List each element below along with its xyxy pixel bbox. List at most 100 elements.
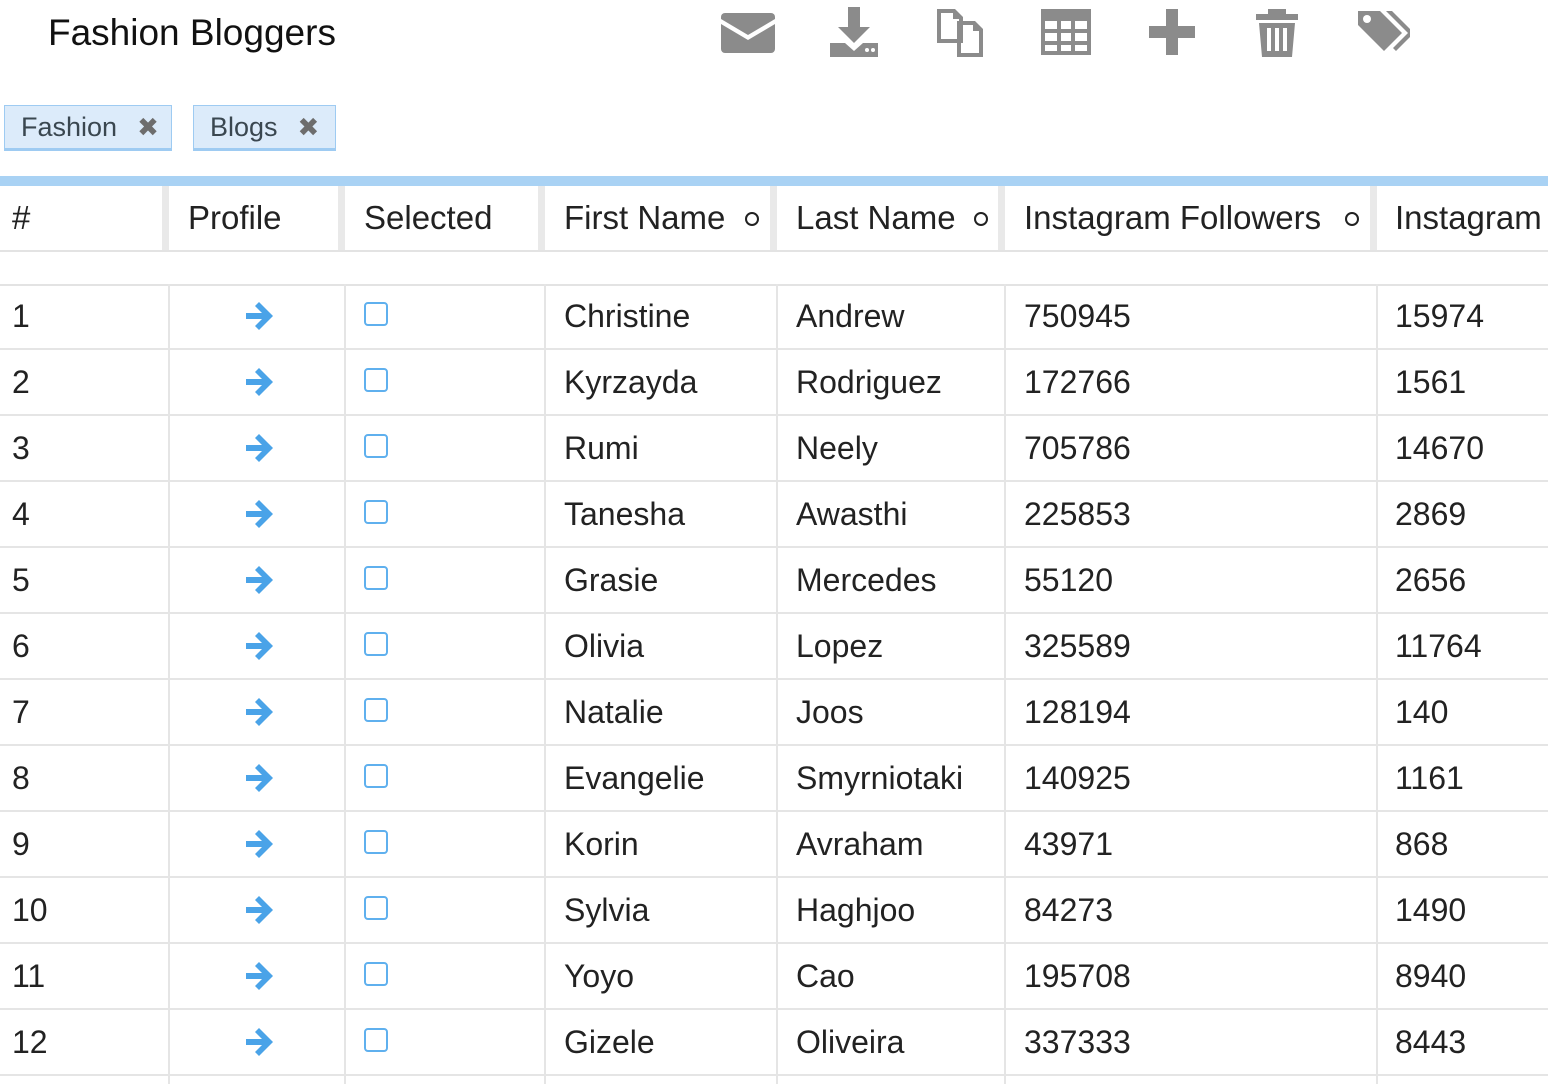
- instagram-followers-cell: 337333: [1024, 1023, 1131, 1060]
- column-header-instagram[interactable]: Instagram: [1395, 186, 1542, 250]
- arrow-right-icon[interactable]: [242, 416, 276, 480]
- envelope-icon[interactable]: [718, 4, 778, 60]
- row-number: 11: [12, 957, 46, 994]
- last-name-cell: Mercedes: [796, 561, 937, 598]
- column-resizer[interactable]: [998, 186, 1005, 250]
- close-icon[interactable]: ✖: [298, 112, 320, 143]
- column-header-selected[interactable]: Selected: [364, 186, 492, 250]
- select-checkbox[interactable]: [364, 614, 388, 678]
- table-row[interactable]: 6 Olivia Lopez 325589 11764: [0, 614, 1548, 680]
- arrow-right-icon[interactable]: [242, 1010, 276, 1074]
- select-checkbox[interactable]: [364, 548, 388, 612]
- select-checkbox[interactable]: [364, 878, 388, 942]
- first-name-cell: Natalie: [564, 693, 664, 730]
- table-row[interactable]: 10 Sylvia Haghjoo 84273 1490: [0, 878, 1548, 944]
- column-header-instagram-followers[interactable]: Instagram Followers: [1024, 186, 1321, 250]
- checkbox-icon[interactable]: [364, 962, 388, 986]
- row-number: 6: [12, 627, 30, 664]
- arrow-right-icon[interactable]: [242, 548, 276, 612]
- column-resizer[interactable]: [770, 186, 777, 250]
- table-row[interactable]: 11 Yoyo Cao 195708 8940: [0, 944, 1548, 1010]
- checkbox-icon[interactable]: [364, 302, 388, 326]
- last-name-cell: Smyrniotaki: [796, 759, 964, 796]
- tags-icon[interactable]: [1353, 4, 1413, 60]
- select-checkbox[interactable]: [364, 350, 388, 414]
- column-divider: [1004, 284, 1006, 1084]
- checkbox-icon[interactable]: [364, 830, 388, 854]
- select-checkbox[interactable]: [364, 680, 388, 744]
- table-row[interactable]: 5 Grasie Mercedes 55120 2656: [0, 548, 1548, 614]
- column-header-first-name[interactable]: First Name: [564, 186, 725, 250]
- table-row[interactable]: 2 Kyrzayda Rodriguez 172766 1561: [0, 350, 1548, 416]
- arrow-right-icon[interactable]: [242, 350, 276, 414]
- arrow-right-icon[interactable]: [242, 614, 276, 678]
- checkbox-icon[interactable]: [364, 698, 388, 722]
- first-name-cell: Sylvia: [564, 891, 650, 928]
- trash-icon[interactable]: [1247, 4, 1307, 60]
- table-row[interactable]: 9 Korin Avraham 43971 868: [0, 812, 1548, 878]
- arrow-right-icon[interactable]: [242, 878, 276, 942]
- filter-tag-blogs[interactable]: Blogs ✖: [193, 105, 336, 151]
- first-name-cell: Yoyo: [564, 957, 634, 994]
- column-header-last-name[interactable]: Last Name: [796, 186, 956, 250]
- last-name-cell: Joos: [796, 693, 864, 730]
- last-name-cell: Cao: [796, 957, 855, 994]
- select-checkbox[interactable]: [364, 482, 388, 546]
- arrow-right-icon[interactable]: [242, 482, 276, 546]
- column-header-profile[interactable]: Profile: [188, 186, 282, 250]
- instagram-cell: 14670: [1395, 429, 1484, 466]
- checkbox-icon[interactable]: [364, 368, 388, 392]
- close-icon[interactable]: ✖: [137, 112, 159, 143]
- last-name-cell: Andrew: [796, 297, 905, 334]
- instagram-followers-cell: 172766: [1024, 363, 1131, 400]
- checkbox-icon[interactable]: [364, 632, 388, 656]
- table-row[interactable]: 1 Christine Andrew 750945 15974: [0, 284, 1548, 350]
- arrow-right-icon[interactable]: [242, 284, 276, 348]
- checkbox-icon[interactable]: [364, 434, 388, 458]
- table-header: # Profile Selected First Name Last Name …: [0, 186, 1548, 252]
- plus-icon[interactable]: [1142, 4, 1202, 60]
- copy-icon[interactable]: [930, 4, 990, 60]
- sort-icon[interactable]: [745, 212, 759, 226]
- table-row[interactable]: 4 Tanesha Awasthi 225853 2869: [0, 482, 1548, 548]
- checkbox-icon[interactable]: [364, 896, 388, 920]
- first-name-cell: Grasie: [564, 561, 659, 598]
- arrow-right-icon[interactable]: [242, 944, 276, 1008]
- select-checkbox[interactable]: [364, 812, 388, 876]
- table-icon[interactable]: [1036, 4, 1096, 60]
- data-table: # Profile Selected First Name Last Name …: [0, 186, 1548, 1084]
- checkbox-icon[interactable]: [364, 566, 388, 590]
- first-name-cell: Olivia: [564, 627, 645, 664]
- select-checkbox[interactable]: [364, 1010, 388, 1074]
- column-resizer[interactable]: [338, 186, 345, 250]
- select-checkbox[interactable]: [364, 284, 388, 348]
- checkbox-icon[interactable]: [364, 1028, 388, 1052]
- row-number: 8: [12, 759, 30, 796]
- table-row[interactable]: 12 Gizele Oliveira 337333 8443: [0, 1010, 1548, 1076]
- instagram-cell: 8940: [1395, 957, 1467, 994]
- select-checkbox[interactable]: [364, 746, 388, 810]
- column-resizer[interactable]: [162, 186, 169, 250]
- instagram-cell: 15974: [1395, 297, 1484, 334]
- table-row[interactable]: 3 Rumi Neely 705786 14670: [0, 416, 1548, 482]
- divider: [0, 176, 1548, 186]
- checkbox-icon[interactable]: [364, 764, 388, 788]
- download-icon[interactable]: [824, 4, 884, 60]
- select-checkbox[interactable]: [364, 416, 388, 480]
- filter-tag-fashion[interactable]: Fashion ✖: [4, 105, 172, 151]
- select-checkbox[interactable]: [364, 944, 388, 1008]
- last-name-cell: Lopez: [796, 627, 884, 664]
- arrow-right-icon[interactable]: [242, 680, 276, 744]
- first-name-cell: Korin: [564, 825, 639, 862]
- checkbox-icon[interactable]: [364, 500, 388, 524]
- column-header-num[interactable]: #: [12, 186, 30, 250]
- arrow-right-icon[interactable]: [242, 812, 276, 876]
- column-resizer[interactable]: [538, 186, 545, 250]
- sort-icon[interactable]: [974, 212, 988, 226]
- column-resizer[interactable]: [1370, 186, 1377, 250]
- sort-icon[interactable]: [1345, 212, 1359, 226]
- table-row[interactable]: 7 Natalie Joos 128194 140: [0, 680, 1548, 746]
- table-row[interactable]: 8 Evangelie Smyrniotaki 140925 1161: [0, 746, 1548, 812]
- column-divider: [776, 284, 778, 1084]
- arrow-right-icon[interactable]: [242, 746, 276, 810]
